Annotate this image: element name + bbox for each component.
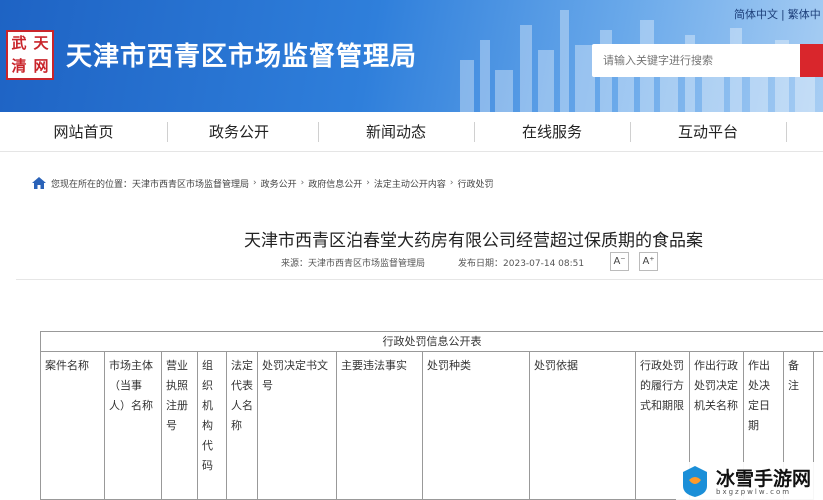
- column-header: 营业执照注册号: [161, 351, 198, 500]
- logo-char: 网: [33, 57, 49, 75]
- site-header: 武 天 清 网 天津市西青区市场监督管理局 简体中文 | 繁体中: [0, 0, 823, 112]
- column-header: 主要违法事实: [336, 351, 423, 500]
- language-switcher: 简体中文 | 繁体中: [734, 6, 821, 22]
- nav-item-news[interactable]: 新闻动态: [318, 112, 474, 152]
- breadcrumb: 您现在所在的位置： 天津市西青区市场监督管理局 › 政务公开 › 政府信息公开 …: [31, 176, 494, 190]
- nav-item-home[interactable]: 网站首页: [0, 112, 167, 152]
- search-button[interactable]: [800, 44, 823, 77]
- lang-simplified-link[interactable]: 简体中文: [734, 8, 778, 21]
- breadcrumb-arrow: ›: [449, 178, 454, 188]
- site-logo[interactable]: 武 天 清 网: [6, 30, 54, 80]
- source-label: 来源：: [281, 259, 309, 269]
- source-value: 天津市西青区市场监督管理局: [308, 259, 426, 269]
- column-header: 案件名称: [40, 351, 105, 500]
- column-header: 处罚种类: [422, 351, 530, 500]
- breadcrumb-arrow: ›: [300, 178, 305, 188]
- date-label: 发布日期：: [458, 259, 504, 269]
- lang-separator: |: [781, 8, 785, 21]
- logo-char: 清: [11, 57, 27, 75]
- breadcrumb-prefix: 您现在所在的位置：: [51, 179, 133, 190]
- nav-item-online-service[interactable]: 在线服务: [474, 112, 630, 152]
- search-box: [592, 44, 823, 77]
- column-header: 组织机构代码: [197, 351, 227, 500]
- table-title: 行政处罚信息公开表: [40, 331, 823, 352]
- column-header: 市场主体（当事人）名称: [104, 351, 162, 500]
- breadcrumb-arrow: ›: [366, 178, 370, 188]
- home-icon[interactable]: [31, 176, 47, 190]
- logo-char: 武: [11, 34, 27, 52]
- logo-char: 天: [33, 34, 49, 52]
- lang-traditional-link[interactable]: 繁体中: [788, 8, 821, 21]
- breadcrumb-item[interactable]: 天津市西青区市场监督管理局: [132, 177, 249, 190]
- content-divider: [16, 279, 823, 280]
- watermark-url: bxgzpwlw.com: [716, 488, 792, 496]
- article-date: 发布日期：2023-07-14 08:51: [458, 256, 584, 269]
- breadcrumb-arrow: ›: [253, 178, 257, 188]
- font-increase-button[interactable]: A⁺: [639, 252, 658, 271]
- column-header: 法定代表人名称: [226, 351, 258, 500]
- column-header: 处罚依据: [529, 351, 636, 500]
- font-decrease-button[interactable]: A⁻: [610, 252, 629, 271]
- date-value: 2023-07-14 08:51: [503, 259, 585, 269]
- breadcrumb-item[interactable]: 法定主动公开内容: [374, 177, 446, 190]
- main-nav: 网站首页 政务公开 新闻动态 在线服务 互动平台: [0, 112, 823, 152]
- column-header: 处罚决定书文号: [257, 351, 337, 500]
- breadcrumb-item[interactable]: 政府信息公开: [308, 177, 362, 190]
- article-title: 天津市西青区泊春堂大药房有限公司经营超过保质期的食品案: [244, 231, 703, 251]
- nav-item-interaction[interactable]: 互动平台: [630, 112, 786, 152]
- watermark: 冰雪手游网 bxgzpwlw.com: [676, 462, 823, 500]
- article-source: 来源：天津市西青区市场监督管理局: [281, 256, 425, 269]
- nav-item-gov-affairs[interactable]: 政务公开: [158, 112, 320, 152]
- site-title[interactable]: 天津市西青区市场监督管理局: [66, 36, 417, 73]
- search-input[interactable]: [592, 44, 800, 77]
- breadcrumb-item[interactable]: 行政处罚: [458, 177, 494, 190]
- watermark-logo-icon: [683, 466, 707, 497]
- nav-divider: [786, 122, 787, 142]
- breadcrumb-item[interactable]: 政务公开: [261, 177, 297, 190]
- watermark-text: 冰雪手游网: [716, 468, 812, 490]
